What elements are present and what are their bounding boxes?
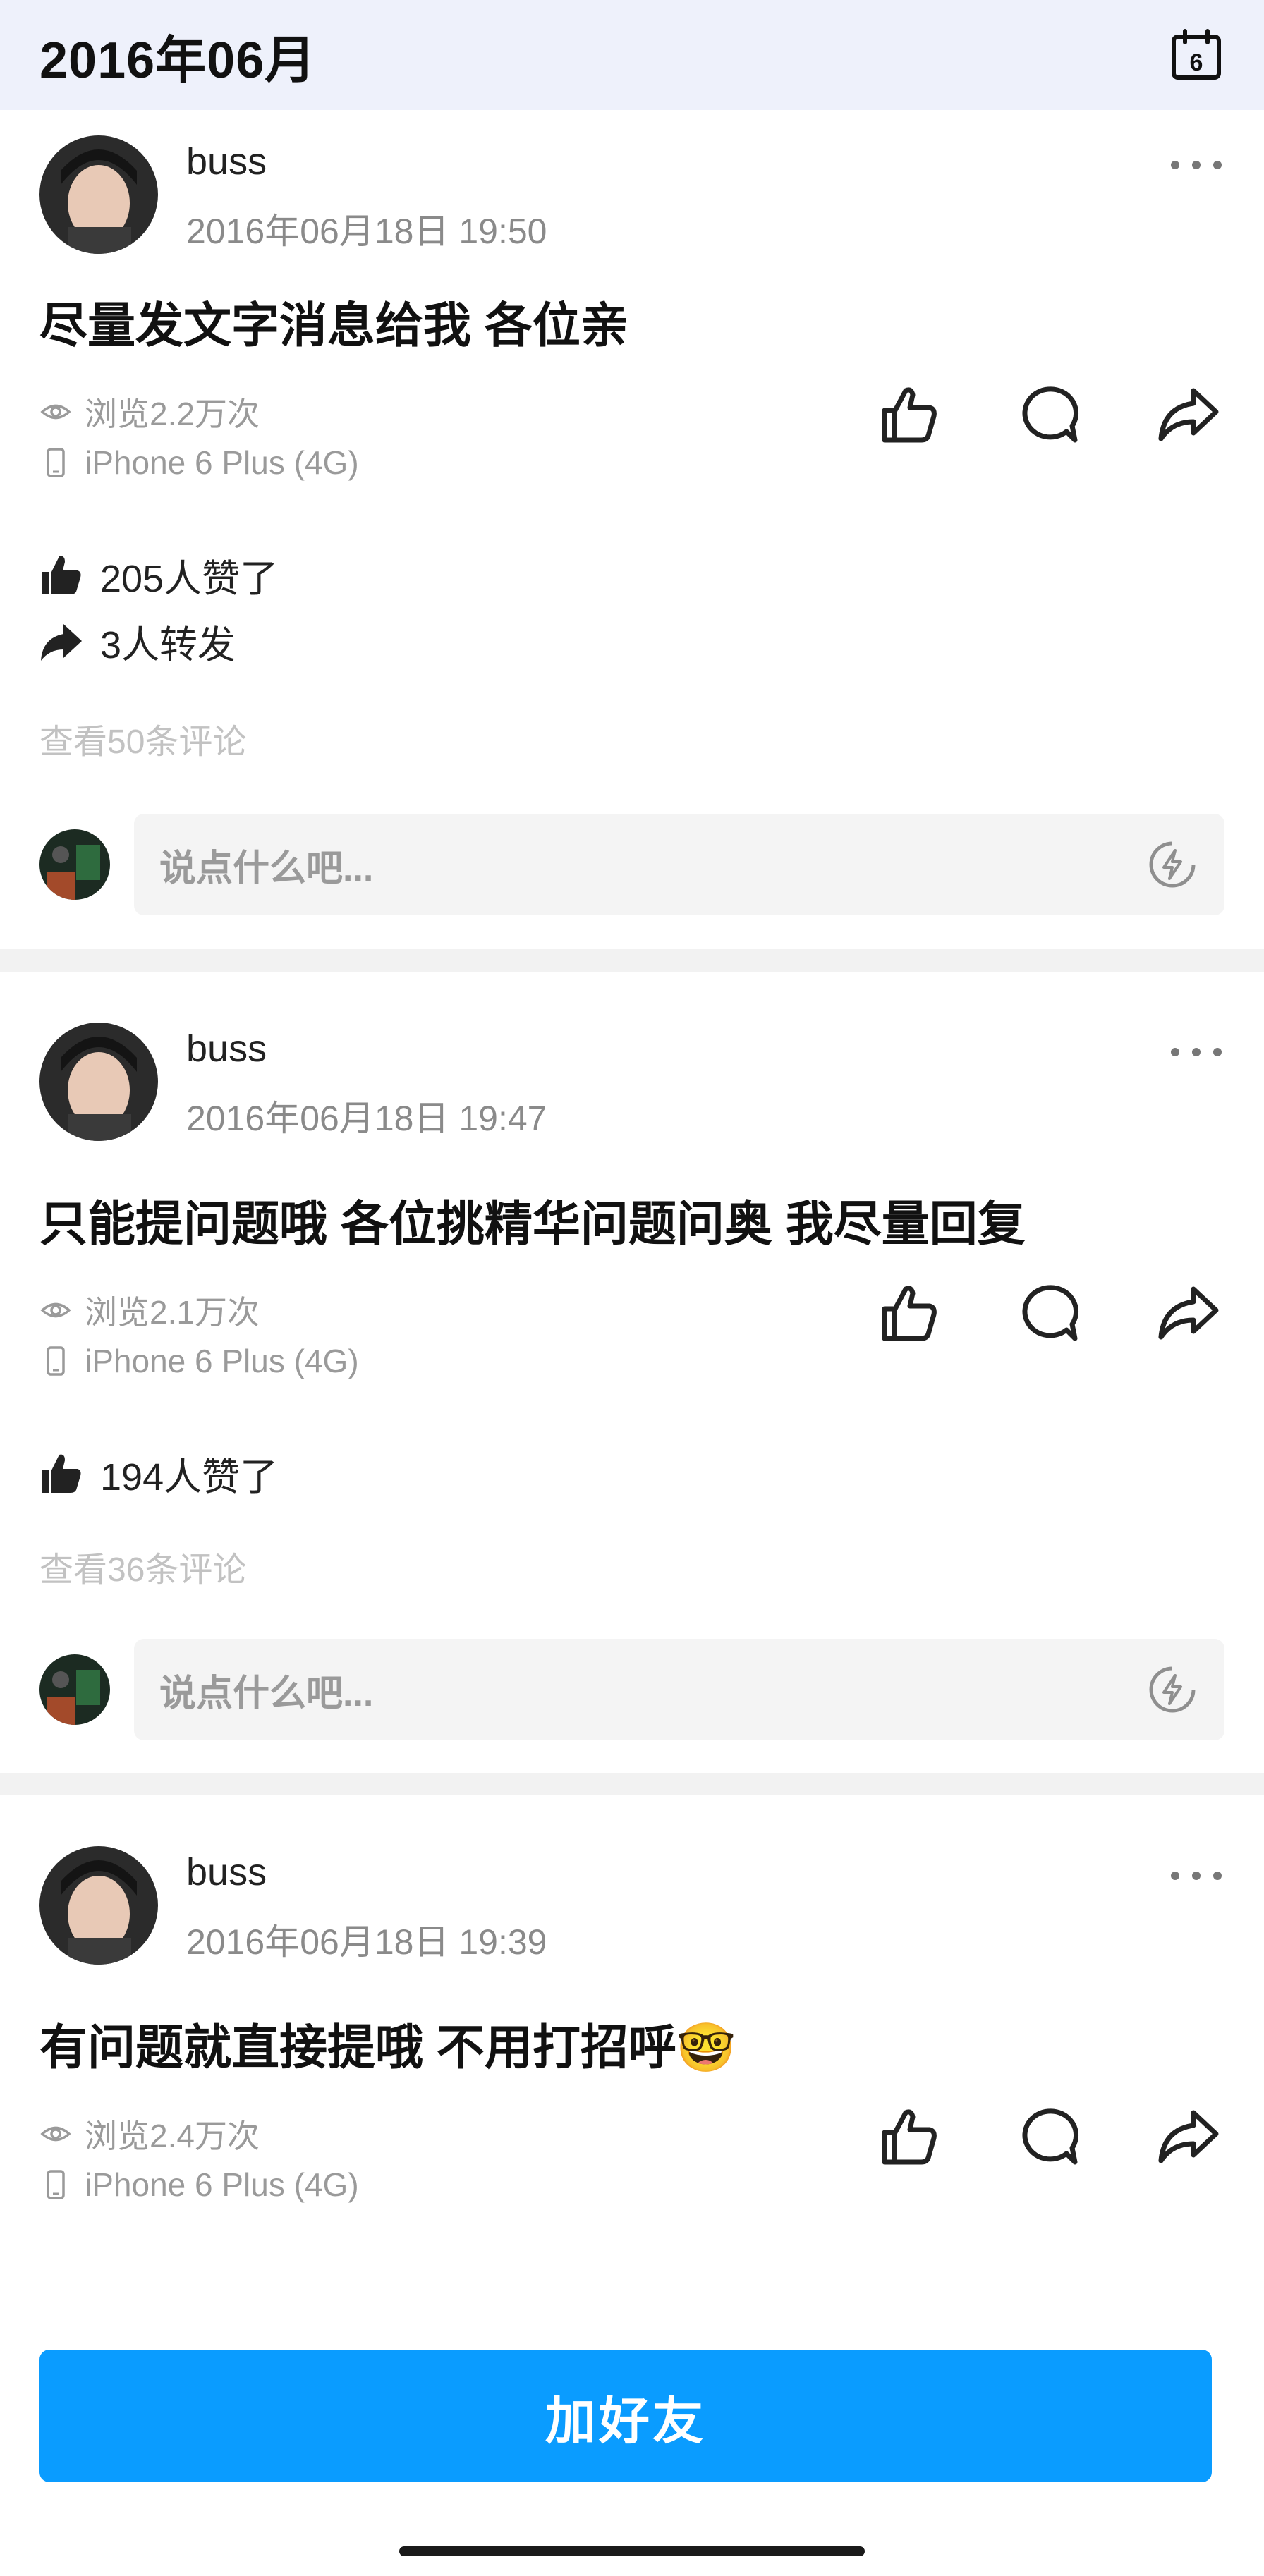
home-indicator bbox=[399, 2546, 865, 2556]
my-avatar bbox=[40, 1654, 110, 1725]
post-header: buss 2016年06月18日 19:39 bbox=[40, 1846, 1224, 1966]
post-divider bbox=[0, 1773, 1264, 1795]
comment-button[interactable] bbox=[1011, 2100, 1085, 2173]
avatar[interactable] bbox=[40, 1023, 158, 1141]
phone-icon bbox=[47, 2170, 65, 2199]
post-actions bbox=[872, 1271, 1224, 1355]
post-text: 尽量发文字消息给我 各位亲 bbox=[40, 299, 628, 353]
post-2: buss 2016年06月18日 19:47 只能提问题哦 各位挑精华问题问奥 … bbox=[0, 972, 1264, 1773]
svg-text:6: 6 bbox=[1190, 49, 1203, 76]
comment-composer: 说点什么吧... bbox=[40, 1639, 1224, 1740]
like-icon bbox=[882, 1286, 937, 1341]
username[interactable]: buss bbox=[186, 1027, 267, 1070]
like-button[interactable] bbox=[872, 1276, 945, 1350]
post-text: 只能提问题哦 各位挑精华问题问奥 我尽量回复 bbox=[40, 1197, 1026, 1251]
comment-icon bbox=[1022, 386, 1079, 443]
comment-icon bbox=[1022, 1285, 1079, 1341]
view-count: 浏览2.1万次 bbox=[85, 1294, 260, 1331]
emoji: 🤓 bbox=[676, 2021, 736, 2075]
share-icon bbox=[1158, 2110, 1219, 2163]
avatar[interactable] bbox=[40, 135, 158, 254]
thumb-filled-icon bbox=[42, 1454, 81, 1493]
more-icon[interactable] bbox=[1168, 157, 1224, 173]
post-divider bbox=[0, 949, 1264, 972]
eye-icon bbox=[40, 1302, 71, 1318]
share-icon bbox=[1158, 1286, 1219, 1340]
view-comments-link[interactable]: 查看36条评论 bbox=[40, 1542, 246, 1591]
view-count: 浏览2.4万次 bbox=[85, 2118, 260, 2154]
share-icon bbox=[1158, 388, 1219, 441]
comment-icon bbox=[1022, 2108, 1079, 2165]
username[interactable]: buss bbox=[186, 140, 267, 183]
share-button[interactable] bbox=[1151, 2100, 1224, 2173]
device-label: iPhone 6 Plus (4G) bbox=[85, 1343, 359, 1379]
post-meta: 浏览2.1万次 iPhone 6 Plus (4G) bbox=[40, 1285, 359, 1386]
share-button[interactable] bbox=[1151, 1276, 1224, 1350]
like-icon bbox=[882, 2109, 937, 2165]
bolt-icon[interactable] bbox=[1147, 839, 1198, 890]
username[interactable]: buss bbox=[186, 1850, 267, 1894]
post-meta: 浏览2.4万次 iPhone 6 Plus (4G) bbox=[40, 2108, 359, 2210]
phone-icon bbox=[47, 1346, 65, 1376]
comment-button[interactable] bbox=[1011, 1276, 1085, 1350]
month-title: 2016年06月 bbox=[40, 32, 317, 89]
eye-icon bbox=[40, 2126, 71, 2142]
phone-icon bbox=[47, 448, 65, 477]
post-3: buss 2016年06月18日 19:39 有问题就直接提哦 不用打招呼🤓 浏… bbox=[0, 1795, 1264, 2289]
thumb-filled-icon bbox=[42, 556, 81, 594]
share-button[interactable] bbox=[1151, 378, 1224, 451]
like-button[interactable] bbox=[872, 2100, 945, 2173]
calendar-icon[interactable]: 6 bbox=[1168, 27, 1224, 83]
post-actions bbox=[872, 372, 1224, 457]
post-meta: 浏览2.2万次 iPhone 6 Plus (4G) bbox=[40, 386, 359, 488]
comment-input[interactable]: 说点什么吧... bbox=[134, 1639, 1224, 1740]
like-icon bbox=[882, 387, 937, 443]
avatar[interactable] bbox=[40, 1846, 158, 1965]
reposts-summary[interactable]: 3人转发 bbox=[40, 614, 236, 669]
more-icon[interactable] bbox=[1168, 1044, 1224, 1061]
eye-icon bbox=[40, 404, 71, 420]
comment-button[interactable] bbox=[1011, 378, 1085, 451]
likes-summary[interactable]: 194人赞了 bbox=[40, 1446, 278, 1501]
comment-composer: 说点什么吧... bbox=[40, 814, 1224, 915]
device-label: iPhone 6 Plus (4G) bbox=[85, 444, 359, 481]
comment-input[interactable]: 说点什么吧... bbox=[134, 814, 1224, 915]
post-header: buss 2016年06月18日 19:50 bbox=[40, 135, 1224, 255]
likes-summary[interactable]: 205人赞了 bbox=[40, 547, 278, 603]
device-label: iPhone 6 Plus (4G) bbox=[85, 2166, 359, 2203]
top-bar: 2016年06月 6 bbox=[0, 0, 1264, 110]
post-header: buss 2016年06月18日 19:47 bbox=[40, 1023, 1224, 1142]
bolt-icon[interactable] bbox=[1147, 1664, 1198, 1715]
view-comments-link[interactable]: 查看50条评论 bbox=[40, 714, 246, 763]
add-friend-button[interactable]: 加好友 bbox=[40, 2350, 1212, 2482]
post-timestamp: 2016年06月18日 19:47 bbox=[186, 1099, 547, 1138]
my-avatar bbox=[40, 829, 110, 900]
post-timestamp: 2016年06月18日 19:50 bbox=[186, 212, 547, 251]
view-count: 浏览2.2万次 bbox=[85, 396, 260, 432]
more-icon[interactable] bbox=[1168, 1867, 1224, 1884]
post-timestamp: 2016年06月18日 19:39 bbox=[186, 1922, 547, 1962]
post-text: 有问题就直接提哦 不用打招呼🤓 bbox=[40, 2021, 736, 2075]
post-actions bbox=[872, 2094, 1224, 2179]
post-1: buss 2016年06月18日 19:50 尽量发文字消息给我 各位亲 浏览2… bbox=[0, 110, 1264, 949]
like-button[interactable] bbox=[872, 378, 945, 451]
forward-filled-icon bbox=[41, 623, 82, 661]
